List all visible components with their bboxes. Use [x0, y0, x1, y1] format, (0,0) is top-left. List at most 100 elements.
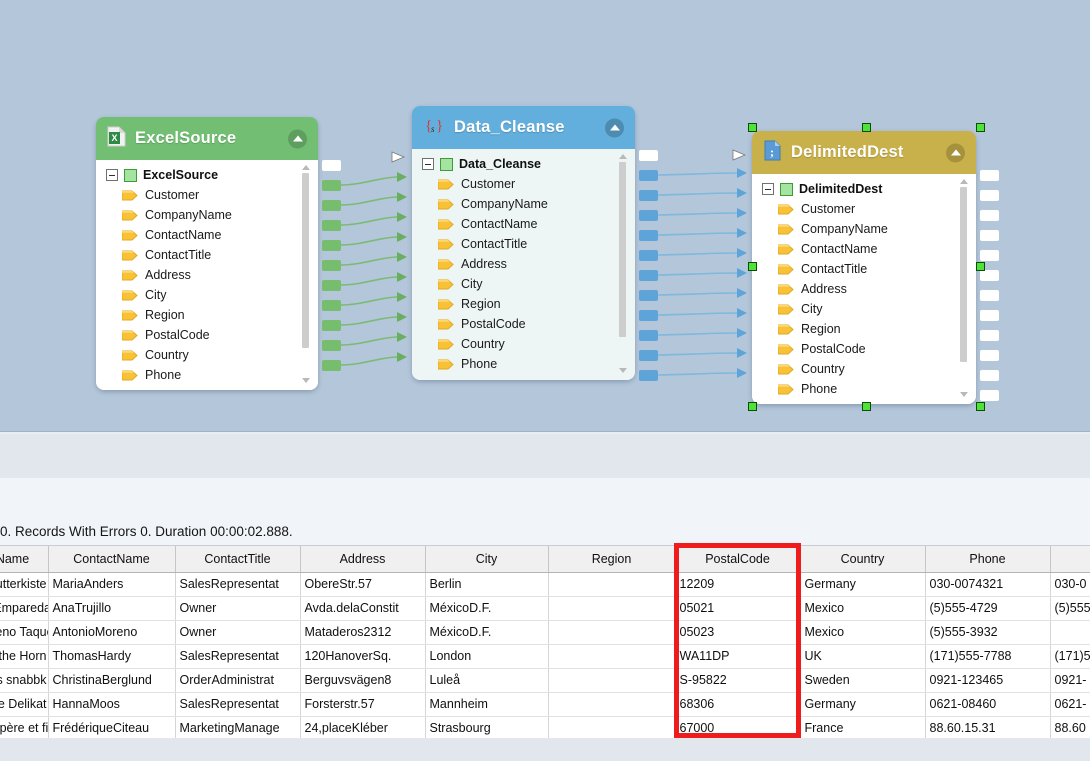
- table-cell[interactable]: Mexico: [800, 596, 925, 620]
- output-port-excel-source-7[interactable]: [322, 320, 341, 331]
- output-port-excel-source-0[interactable]: [322, 180, 341, 191]
- table-cell[interactable]: Owner: [175, 596, 300, 620]
- field-row[interactable]: ContactTitle: [96, 245, 318, 265]
- output-port-delimited-dest-9[interactable]: [980, 350, 999, 361]
- table-cell[interactable]: ObereStr.57: [300, 572, 425, 596]
- table-cell[interactable]: WA11DP: [675, 644, 800, 668]
- field-row[interactable]: Country: [412, 334, 635, 354]
- scroll-thumb[interactable]: [619, 162, 626, 337]
- table-cell[interactable]: SalesRepresentat: [175, 692, 300, 716]
- output-port-excel-source-1[interactable]: [322, 200, 341, 211]
- table-cell[interactable]: Germany: [800, 572, 925, 596]
- output-port-excel-source-3[interactable]: [322, 240, 341, 251]
- table-cell[interactable]: Luleå: [425, 668, 548, 692]
- table-cell[interactable]: (5)555-4729: [925, 596, 1050, 620]
- scroll-thumb[interactable]: [302, 173, 309, 348]
- node-excel-source[interactable]: X ExcelSource ExcelSource CustomerCompan…: [96, 117, 318, 390]
- table-cell[interactable]: MéxicoD.F.: [425, 620, 548, 644]
- field-row[interactable]: City: [752, 299, 976, 319]
- table-cell[interactable]: Ana Trujillo Emparedados y helados Empar: [0, 596, 48, 620]
- node-scrollbar-delimited-dest[interactable]: [958, 176, 969, 400]
- column-header-region[interactable]: Region: [548, 546, 675, 572]
- table-cell[interactable]: Forsterstr.57: [300, 692, 425, 716]
- output-port-data-cleanse-6[interactable]: [639, 290, 658, 301]
- table-cell[interactable]: SalesRepresentat: [175, 644, 300, 668]
- selection-handle-0-1[interactable]: [862, 123, 871, 132]
- selection-handle-2-0[interactable]: [748, 402, 757, 411]
- field-row[interactable]: Address: [752, 279, 976, 299]
- table-cell[interactable]: MariaAnders: [48, 572, 175, 596]
- table-cell[interactable]: ThomasHardy: [48, 644, 175, 668]
- table-cell[interactable]: Strasbourg: [425, 716, 548, 740]
- output-port-excel-source-9[interactable]: [322, 360, 341, 371]
- field-row[interactable]: CompanyName: [412, 194, 635, 214]
- column-header-contactname[interactable]: ContactName: [48, 546, 175, 572]
- field-row[interactable]: Customer: [752, 199, 976, 219]
- table-cell[interactable]: (5)555: [1050, 596, 1090, 620]
- output-port-delimited-dest-4[interactable]: [980, 250, 999, 261]
- table-cell[interactable]: S-95822: [675, 668, 800, 692]
- output-port-data-cleanse-9[interactable]: [639, 350, 658, 361]
- table-cell[interactable]: France: [800, 716, 925, 740]
- table-cell[interactable]: AntonioMoreno: [48, 620, 175, 644]
- field-row[interactable]: ContactName: [752, 239, 976, 259]
- collapse-icon-data-cleanse[interactable]: [605, 118, 624, 137]
- output-port-delimited-dest-2[interactable]: [980, 210, 999, 221]
- table-cell[interactable]: Antonio Moreno TaquerenoTa: [0, 620, 48, 644]
- table-cell[interactable]: [1050, 620, 1090, 644]
- table-cell[interactable]: 0921-: [1050, 668, 1090, 692]
- table-cell[interactable]: FrédériqueCiteau: [48, 716, 175, 740]
- selection-handle-1-2[interactable]: [976, 262, 985, 271]
- scroll-up-icon[interactable]: [302, 165, 310, 170]
- field-row[interactable]: Country: [752, 359, 976, 379]
- table-cell[interactable]: 67000: [675, 716, 800, 740]
- node-scrollbar-data-cleanse[interactable]: [617, 151, 628, 376]
- field-row[interactable]: City: [412, 274, 635, 294]
- table-cell[interactable]: 05021: [675, 596, 800, 620]
- output-port-data-cleanse-4[interactable]: [639, 250, 658, 261]
- table-row[interactable]: Berglunds snabbkChristinaBerglundOrderAd…: [0, 668, 1090, 692]
- node-header-delimited-dest[interactable]: ; DelimitedDest: [752, 131, 976, 174]
- field-row[interactable]: Phone: [412, 354, 635, 374]
- table-cell[interactable]: Around the Horn: [0, 644, 48, 668]
- field-row[interactable]: ContactTitle: [412, 234, 635, 254]
- output-port-stub-data-cleanse[interactable]: [639, 150, 658, 161]
- table-cell[interactable]: [548, 692, 675, 716]
- node-delimited-dest[interactable]: ; DelimitedDest DelimitedDest CustomerCo…: [752, 131, 976, 404]
- table-cell[interactable]: 0621-08460: [925, 692, 1050, 716]
- column-header-country[interactable]: Country: [800, 546, 925, 572]
- table-cell[interactable]: (171)555-7788: [925, 644, 1050, 668]
- table-cell[interactable]: [548, 620, 675, 644]
- table-row[interactable]: Alfreds FutterkisteMariaAndersSalesRepre…: [0, 572, 1090, 596]
- table-cell[interactable]: (171)5: [1050, 644, 1090, 668]
- field-row[interactable]: PostalCode: [752, 339, 976, 359]
- table-cell[interactable]: [548, 644, 675, 668]
- table-cell[interactable]: AnaTrujillo: [48, 596, 175, 620]
- expander-icon-data-cleanse[interactable]: [422, 158, 434, 170]
- output-port-delimited-dest-6[interactable]: [980, 290, 999, 301]
- field-row[interactable]: PostalCode: [96, 325, 318, 345]
- field-row[interactable]: Phone: [96, 365, 318, 385]
- node-header-data-cleanse[interactable]: { s } Data_Cleanse: [412, 106, 635, 149]
- table-cell[interactable]: 05023: [675, 620, 800, 644]
- table-cell[interactable]: ChristinaBerglund: [48, 668, 175, 692]
- table-cell[interactable]: SalesRepresentat: [175, 572, 300, 596]
- table-cell[interactable]: Blauer See Delikat: [0, 692, 48, 716]
- field-row[interactable]: City: [96, 285, 318, 305]
- scroll-up-icon[interactable]: [960, 179, 968, 184]
- output-port-delimited-dest-0[interactable]: [980, 170, 999, 181]
- column-header-city[interactable]: City: [425, 546, 548, 572]
- field-row[interactable]: Customer: [412, 174, 635, 194]
- output-port-delimited-dest-11[interactable]: [980, 390, 999, 401]
- table-row[interactable]: Antonio Moreno TaquerenoTaAntonioMorenoO…: [0, 620, 1090, 644]
- table-row[interactable]: Around the HornThomasHardySalesRepresent…: [0, 644, 1090, 668]
- field-row[interactable]: ContactTitle: [752, 259, 976, 279]
- scroll-down-icon[interactable]: [619, 368, 627, 373]
- field-row[interactable]: Region: [412, 294, 635, 314]
- table-cell[interactable]: Blondesddsl père et fils lpèree: [0, 716, 48, 740]
- table-cell[interactable]: 0621-: [1050, 692, 1090, 716]
- output-port-delimited-dest-5[interactable]: [980, 270, 999, 281]
- table-cell[interactable]: Avda.delaConstit: [300, 596, 425, 620]
- table-cell[interactable]: 88.60: [1050, 716, 1090, 740]
- output-port-data-cleanse-0[interactable]: [639, 170, 658, 181]
